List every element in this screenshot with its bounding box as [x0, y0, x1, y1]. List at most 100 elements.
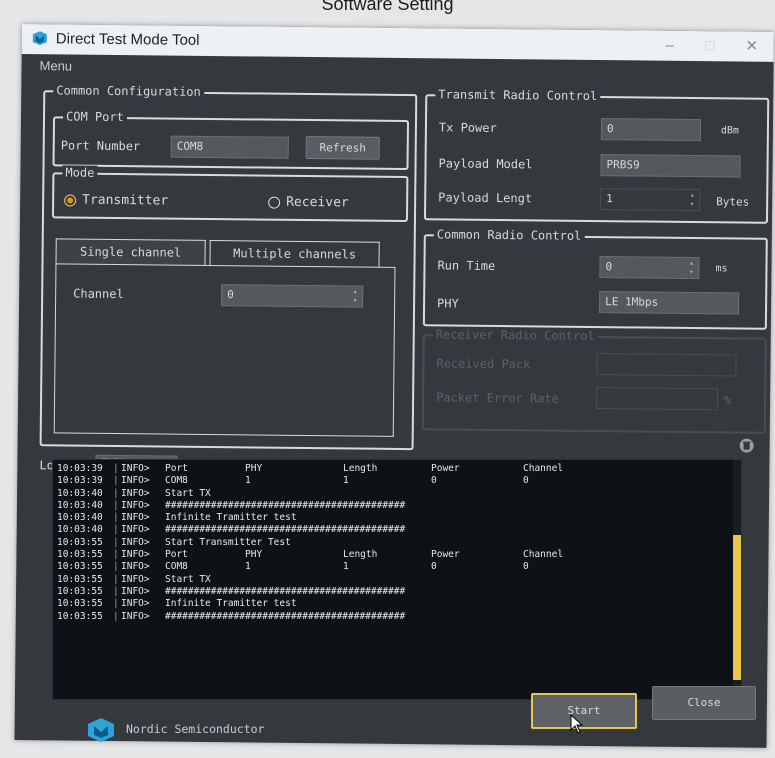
log-c2: PHY	[245, 463, 263, 474]
log-c3: Length	[343, 463, 378, 474]
phy-select[interactable]: LE 1Mbps	[599, 291, 740, 315]
log-separator: |	[113, 487, 119, 499]
transmitter-radio[interactable]	[64, 194, 77, 207]
photo-caption: Software Setting	[321, 0, 454, 14]
log-text: ########################################…	[165, 585, 406, 597]
log-lines: 10:03:39 INFO> Port PHY Length Power Channel | 1…	[53, 460, 741, 623]
packet-error-rate-label: Packet Error Rate	[436, 390, 560, 406]
receiver-radio-control-group: Receiver Radio Control	[421, 327, 767, 434]
log-time: 10:03:55	[57, 585, 103, 597]
log-level: INFO>	[121, 598, 150, 610]
window-title: Direct Test Mode Tool	[55, 30, 200, 49]
log-c2: PHY	[245, 549, 263, 561]
log-line: 10:03:55 INFO> Start Transmitter Test |	[53, 537, 741, 549]
log-level: INFO>	[121, 573, 150, 585]
payload-model-select[interactable]: PRBS9	[600, 154, 741, 178]
tab-multiple-channels[interactable]: Multiple channels	[209, 239, 380, 268]
received-pack-field	[596, 353, 737, 377]
log-separator: |	[113, 499, 119, 511]
log-line: 10:03:55 INFO> ###########################…	[53, 611, 741, 623]
mouse-cursor-icon	[570, 714, 584, 734]
log-text: ########################################…	[165, 499, 406, 511]
log-separator: |	[113, 475, 119, 487]
tx-power-field[interactable]: 0	[600, 118, 702, 142]
log-text: COM8	[165, 475, 188, 487]
common-radio-control-legend: Common Radio Control	[433, 227, 585, 243]
log-line: 10:03:40 INFO> ###########################…	[53, 524, 741, 536]
log-level: INFO>	[121, 585, 150, 597]
log-c2: 1	[245, 475, 251, 487]
log-c5: 0	[523, 561, 529, 573]
log-line: 10:03:55 INFO> COM8 1 1 0 0 |	[53, 561, 741, 573]
payload-length-value: 1	[606, 192, 613, 206]
log-text: Start TX	[165, 573, 211, 585]
start-button[interactable]: Start	[531, 693, 637, 729]
minimize-button[interactable]: –	[654, 35, 686, 57]
log-level: INFO>	[121, 487, 150, 499]
log-separator: |	[113, 561, 119, 573]
run-time-spinner-icon[interactable]: ▴ ▾	[686, 259, 696, 277]
log-time: 10:03:39	[57, 475, 103, 487]
log-level: INFO>	[121, 610, 150, 622]
run-time-field[interactable]: 0 ▴ ▾	[599, 256, 700, 280]
receiver-radio[interactable]	[268, 196, 281, 209]
log-level: INFO>	[121, 536, 150, 548]
payload-length-field[interactable]: 1 ▴ ▾	[600, 188, 701, 212]
brand-name: Nordic Semiconductor	[126, 722, 265, 736]
log-text: COM8	[165, 561, 188, 573]
log-time: 10:03:40	[57, 512, 103, 524]
close-button[interactable]: Close	[652, 686, 756, 720]
title-bar: Direct Test Mode Tool – □ ✕	[21, 24, 774, 62]
payload-length-spinner-icon[interactable]: ▴ ▾	[687, 191, 697, 209]
log-separator: |	[113, 512, 119, 524]
channel-field[interactable]: 0 ▴ ▾	[221, 284, 364, 308]
log-c3: Length	[343, 549, 378, 561]
log-separator: |	[113, 549, 119, 561]
log-level: INFO>	[121, 549, 150, 561]
maximize-button[interactable]: □	[694, 35, 726, 57]
log-text: Start Transmitter Test	[165, 536, 291, 548]
tab-single-channel[interactable]: Single channel	[55, 238, 206, 266]
log-scrollbar[interactable]	[733, 460, 741, 699]
log-level: INFO>	[121, 512, 150, 524]
log-level: INFO>	[121, 524, 150, 536]
log-level: INFO>	[121, 499, 150, 511]
log-console[interactable]: 10:03:39 INFO> Port PHY Length Power Channel | 1…	[52, 459, 742, 700]
refresh-button[interactable]: Refresh	[305, 135, 380, 160]
log-line: 10:03:40 INFO> Start TX |	[53, 488, 741, 500]
log-time: 10:03:55	[57, 598, 103, 610]
log-level: INFO>	[121, 475, 150, 487]
log-text: Port	[165, 463, 188, 474]
log-separator: |	[113, 573, 119, 585]
packet-error-rate-unit: %	[724, 393, 732, 408]
menu-button[interactable]: Menu	[39, 58, 72, 73]
log-time: 10:03:39	[57, 463, 103, 474]
log-separator: |	[113, 598, 119, 610]
port-number-field[interactable]: COM8	[170, 135, 289, 159]
log-time: 10:03:55	[57, 561, 103, 573]
log-line: 10:03:40 INFO> Infinite Tramitter test |	[53, 512, 741, 524]
log-c4: 0	[431, 561, 437, 573]
log-time: 10:03:55	[57, 549, 103, 561]
common-radio-control-group: Common Radio Control	[422, 227, 768, 330]
phy-label: PHY	[437, 296, 459, 311]
log-c3: 1	[343, 475, 349, 487]
log-time: 10:03:55	[57, 573, 103, 585]
log-text: Port	[165, 549, 188, 561]
log-separator: |	[113, 536, 119, 548]
log-line: 10:03:55 INFO> ###########################…	[53, 586, 741, 598]
log-separator: |	[113, 524, 119, 536]
nordic-logo-icon	[32, 31, 47, 46]
nordic-footer-logo-icon	[88, 718, 114, 742]
transmitter-label: Transmitter	[82, 192, 169, 209]
log-scroll-thumb[interactable]	[733, 535, 741, 680]
log-line: 10:03:55 INFO> Port PHY Length Power Channel |	[53, 549, 741, 561]
log-c3: 1	[343, 561, 349, 573]
log-c2: 1	[245, 561, 251, 573]
close-window-button[interactable]: ✕	[736, 35, 768, 57]
trash-icon[interactable]	[739, 438, 754, 454]
common-configuration-legend: Common Configuration	[53, 83, 204, 99]
log-time: 10:03:55	[57, 536, 103, 548]
log-line: 10:03:55 INFO> Infinite Tramitter test |	[53, 598, 741, 610]
channel-spinner-icon[interactable]: ▴ ▾	[350, 287, 360, 305]
